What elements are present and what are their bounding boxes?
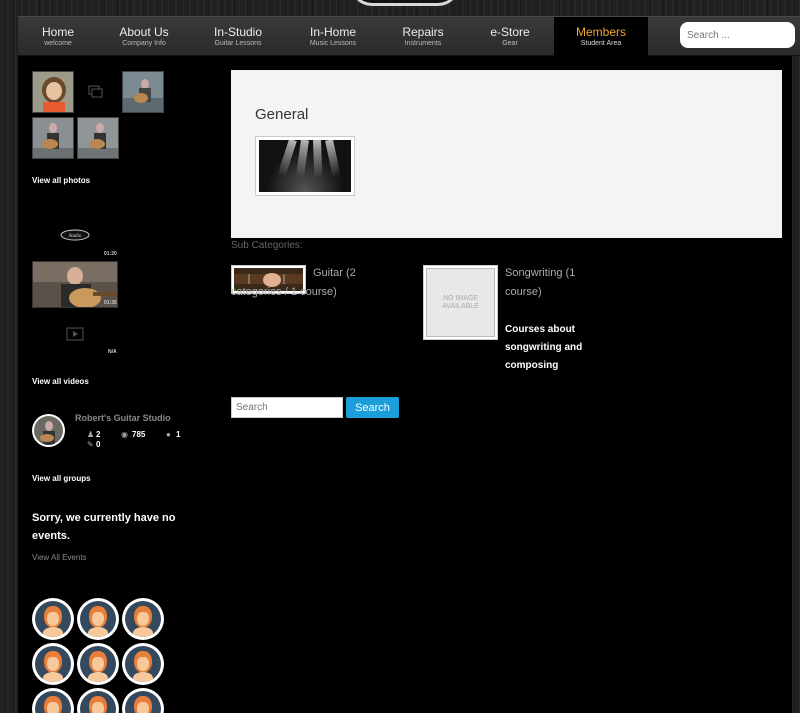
course-search-button[interactable]: Search — [346, 397, 399, 418]
group-posts-count: 0 — [96, 440, 101, 449]
views-icon: ◉ — [121, 430, 128, 439]
default-avatar-icon — [80, 646, 116, 682]
nav-sublabel: Gear — [502, 40, 518, 47]
nav-repairs[interactable]: Repairs Instruments — [390, 17, 456, 57]
nav-label: In-Home — [309, 25, 356, 39]
nav-e-store[interactable]: e-Store Gear — [474, 17, 546, 57]
photo-thumb[interactable] — [32, 71, 74, 113]
nav-sublabel: welcome — [44, 40, 72, 47]
no-image-placeholder: NO IMAGE AVAILABLE — [426, 268, 495, 337]
category-title: General — [255, 106, 309, 123]
group-name[interactable]: Robert's Guitar Studio — [75, 413, 171, 423]
course-search-input[interactable] — [231, 397, 343, 418]
default-avatar-icon — [80, 601, 116, 637]
subcategories-label: Sub Categories: — [231, 240, 303, 251]
group-members-count: 2 — [96, 430, 101, 439]
nav-sublabel: Student Area — [580, 40, 622, 47]
view-all-photos-link[interactable]: View all photos — [32, 176, 90, 185]
nav-in-home[interactable]: In-Home Music Lessons — [296, 17, 370, 57]
nav-sublabel: Music Lessons — [309, 40, 357, 47]
guitarist-photo-icon — [33, 118, 73, 158]
member-avatar[interactable] — [77, 598, 119, 640]
video-duration: N/A — [108, 349, 117, 355]
group-avatar-icon — [34, 416, 63, 445]
photo-placeholder-icon[interactable] — [88, 84, 104, 103]
category-header-panel: General — [231, 70, 782, 238]
group-comments-count: 1 — [176, 430, 181, 439]
default-avatar-icon — [125, 601, 161, 637]
nav-label: Members — [575, 25, 626, 39]
no-events-message: Sorry, we currently have no events. — [32, 512, 176, 542]
guitarist-photo-icon — [123, 72, 163, 112]
nav-in-studio[interactable]: In-Studio Guitar Lessons — [200, 17, 276, 57]
pencil-icon: ✎ — [87, 440, 94, 449]
nav-about-us[interactable]: About Us Company Info — [108, 17, 180, 57]
video-duration: 01:35 — [104, 300, 117, 306]
nav-members[interactable]: Members Student Area — [554, 17, 648, 57]
default-avatar-icon — [35, 601, 71, 637]
stage-lights-image — [259, 140, 351, 192]
subcategory-image-songwriting[interactable]: NO IMAGE AVAILABLE — [423, 265, 498, 340]
play-icon — [66, 327, 84, 341]
photo-thumb[interactable] — [32, 117, 74, 159]
default-avatar-icon — [125, 646, 161, 682]
nav-sublabel: Instruments — [404, 40, 442, 47]
woman-photo-icon — [33, 72, 73, 112]
video-thumb[interactable] — [66, 327, 84, 346]
nav-home[interactable]: Home welcome — [18, 17, 98, 57]
view-all-videos-link[interactable]: View all videos — [32, 377, 89, 386]
site-logo[interactable] — [350, 0, 460, 6]
svg-text:Studio: Studio — [69, 234, 82, 239]
video-thumb[interactable]: Studio — [60, 228, 90, 247]
nav-label: e-Store — [490, 25, 530, 39]
member-avatar[interactable] — [122, 598, 164, 640]
member-avatar[interactable] — [32, 598, 74, 640]
members-icon: ♟ — [87, 430, 95, 439]
group-views-count: 785 — [132, 430, 146, 439]
logo-video-icon: Studio — [60, 229, 90, 241]
guitarist-photo-icon — [78, 118, 118, 158]
nav-label: Repairs — [402, 25, 444, 39]
member-avatar[interactable] — [32, 643, 74, 685]
photo-thumb[interactable] — [122, 71, 164, 113]
view-all-groups-link[interactable]: View all groups — [32, 474, 91, 483]
nav-label: In-Studio — [213, 25, 263, 39]
photo-thumb[interactable] — [77, 117, 119, 159]
category-image[interactable] — [255, 136, 355, 196]
nav-sublabel: Guitar Lessons — [214, 40, 262, 47]
default-avatar-icon — [80, 691, 116, 713]
nav-label: Home — [41, 25, 74, 39]
nav-sublabel: Company Info — [122, 40, 166, 47]
subcategory-link-guitar[interactable]: Guitar (2 categories / 1 course) — [231, 264, 391, 302]
view-all-events-link[interactable]: View All Events — [32, 553, 87, 562]
default-avatar-icon — [35, 691, 71, 713]
subcategory-link-songwriting[interactable]: Songwriting (1 course) — [505, 264, 585, 302]
comments-icon: ● — [166, 430, 171, 439]
member-avatar[interactable] — [122, 643, 164, 685]
no-image-text: NO IMAGE AVAILABLE — [442, 294, 479, 310]
site-search-input[interactable] — [680, 22, 795, 48]
subcategory-description-songwriting: Courses about songwriting and composing — [505, 324, 583, 371]
group-avatar[interactable] — [32, 414, 65, 447]
nav-label: About Us — [119, 25, 169, 39]
member-avatar[interactable] — [77, 643, 119, 685]
default-avatar-icon — [35, 646, 71, 682]
video-duration: 01:20 — [104, 251, 117, 257]
default-avatar-icon — [125, 691, 161, 713]
